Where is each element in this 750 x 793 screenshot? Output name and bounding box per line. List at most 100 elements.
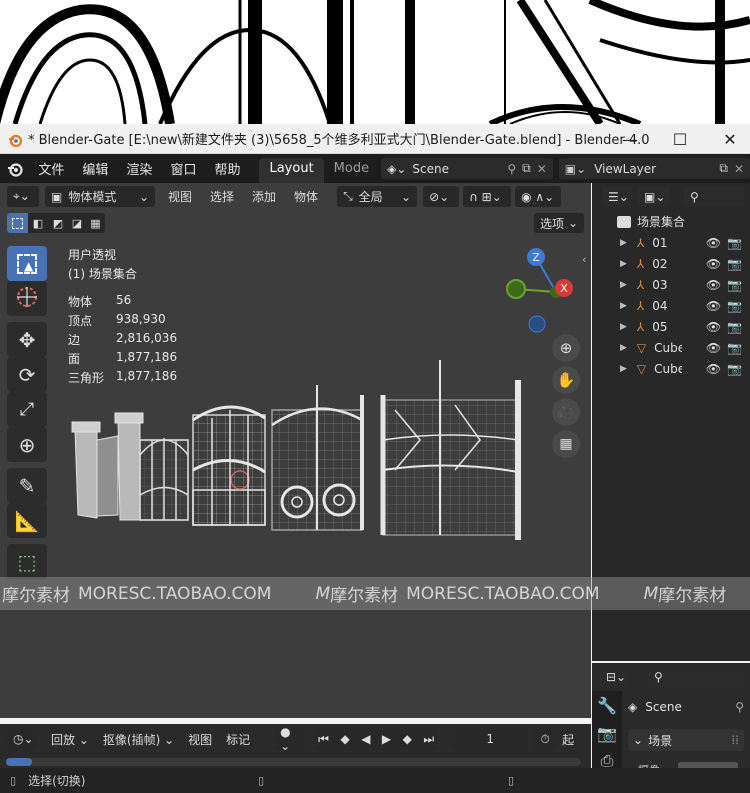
menu-window[interactable]: 窗口 [161, 159, 205, 178]
vp-menu-object[interactable]: 物体 [285, 188, 327, 205]
select-invert-button[interactable]: ◪ [68, 213, 86, 233]
vp-menu-add[interactable]: 添加 [243, 188, 285, 205]
tool-transform[interactable]: ⊕ [7, 427, 47, 462]
tool-cursor[interactable] [7, 281, 47, 316]
transform-orientation-dropdown[interactable]: ⤡ 全局 ⌄ [337, 186, 418, 207]
render-camera-icon[interactable]: 📷 [727, 299, 742, 313]
tool-annotate[interactable]: ✎ [7, 468, 47, 503]
expand-arrow-icon[interactable]: ▶ [620, 259, 627, 269]
tab-layout[interactable]: Layout [259, 158, 324, 183]
render-camera-icon[interactable]: 📷 [727, 278, 742, 292]
pan-button[interactable]: ✋ [552, 366, 580, 394]
z-axis-handle[interactable]: Z [527, 248, 545, 266]
jump-end-icon[interactable]: ⏭ [423, 732, 434, 747]
tool-add-cube[interactable]: ⬚ [7, 544, 47, 579]
render-camera-icon[interactable]: 📷 [727, 341, 742, 355]
properties-search-input[interactable]: ⚲ [648, 667, 746, 687]
tool-move[interactable]: ✥ [7, 322, 47, 357]
timeline-editor-type[interactable]: ◷⌄ [7, 728, 37, 750]
expand-arrow-icon[interactable]: ▶ [620, 301, 627, 311]
current-frame-field[interactable]: 1 [452, 728, 529, 750]
expand-arrow-icon[interactable]: ▶ [620, 343, 627, 353]
outliner-item[interactable]: ▶ ▽ Cube 👁 📷 [592, 337, 750, 358]
timeline-scrubber[interactable] [6, 758, 581, 766]
autokey-toggle[interactable]: ● ⌄ [274, 725, 305, 753]
preview-range-toggle[interactable]: ⏱ [534, 728, 557, 750]
menu-file[interactable]: 文件 [29, 159, 73, 178]
play-reverse-icon[interactable]: ◀ [361, 732, 370, 746]
menu-render[interactable]: 渲染 [117, 159, 161, 178]
visibility-eye-icon[interactable]: 👁 [706, 299, 721, 313]
vp-menu-view[interactable]: 视图 [159, 188, 201, 205]
options-dropdown[interactable]: 选项 ⌄ [534, 213, 584, 233]
select-extend-button[interactable]: ◧ [28, 213, 48, 233]
camera-view-button[interactable]: 🎥 [552, 398, 580, 426]
tab-render[interactable]: 📷 [592, 719, 622, 747]
visibility-eye-icon[interactable]: 👁 [706, 362, 721, 376]
tool-scale[interactable]: ⤢ [7, 392, 47, 427]
expand-arrow-icon[interactable]: ▶ [620, 322, 627, 332]
next-keyframe-icon[interactable]: ◆ [403, 732, 412, 746]
playhead-marker[interactable] [6, 758, 32, 766]
visibility-eye-icon[interactable]: 👁 [706, 320, 721, 334]
outliner-item[interactable]: ▶ ⅄ 04 👁 📷 [592, 295, 750, 316]
outliner-item[interactable]: ▶ ▽ Cube 👁 📷 [592, 358, 750, 379]
tool-measure[interactable]: 📐 [7, 503, 47, 538]
keying-menu[interactable]: 抠像(插帧) ⌄ [103, 731, 174, 748]
visibility-eye-icon[interactable]: 👁 [706, 278, 721, 292]
sidebar-toggle-icon[interactable]: ‹ [582, 253, 586, 266]
outliner-filter[interactable]: ▣⌄ [638, 187, 670, 207]
outliner-display-mode[interactable]: ☰⌄ [602, 187, 632, 207]
blender-menu-icon[interactable] [0, 161, 29, 177]
menu-edit[interactable]: 编辑 [73, 159, 117, 178]
menu-help[interactable]: 帮助 [205, 159, 249, 178]
expand-arrow-icon[interactable]: ▶ [620, 238, 627, 248]
select-intersect-button[interactable]: ▦ [86, 213, 105, 233]
minimize-button[interactable]: — [605, 124, 655, 154]
scene-selector[interactable]: ◈⌄ Scene ⚲ ⧉ ✕ [381, 158, 553, 179]
editor-type-button[interactable]: ⌖⌄ [7, 186, 39, 207]
expand-arrow-icon[interactable]: ▶ [620, 280, 627, 290]
timeline-marker-menu[interactable]: 标记 [226, 731, 250, 748]
snap-toggle[interactable]: ∩ ⊞⌄ [463, 186, 512, 207]
outliner-item[interactable]: ▶ ⅄ 01 👁 📷 [592, 232, 750, 253]
expand-arrow-icon[interactable]: ▶ [620, 364, 627, 374]
scene-panel-header[interactable]: ⌄ 场景 ⁞⁞ [628, 729, 744, 751]
visibility-eye-icon[interactable]: 👁 [706, 257, 721, 271]
outliner-search-input[interactable]: ⚲ [684, 187, 744, 207]
new-viewlayer-icon[interactable]: ⧉ [719, 161, 728, 176]
ortho-toggle-button[interactable]: ▦ [552, 430, 580, 458]
pivot-dropdown[interactable]: ⊘⌄ [423, 186, 460, 207]
playback-menu[interactable]: 回放 ⌄ [51, 731, 89, 748]
vp-menu-select[interactable]: 选择 [201, 188, 243, 205]
close-button[interactable]: ✕ [705, 124, 750, 154]
select-subtract-button[interactable]: ◩ [48, 213, 68, 233]
delete-viewlayer-icon[interactable]: ✕ [734, 162, 744, 176]
mode-dropdown[interactable]: ▣ 物体模式 ⌄ [45, 186, 155, 207]
render-camera-icon[interactable]: 📷 [727, 257, 742, 271]
outliner-item[interactable]: ▶ ⅄ 05 👁 📷 [592, 316, 750, 337]
viewlayer-selector[interactable]: ▣⌄ ViewLayer ⧉ ✕ [558, 158, 750, 179]
maximize-button[interactable]: ☐ [655, 124, 705, 154]
delete-scene-icon[interactable]: ✕ [537, 162, 547, 176]
x-axis-handle[interactable]: X [555, 279, 573, 297]
navigation-gizmo[interactable]: Z X [498, 245, 580, 340]
tab-mode[interactable]: Mode [324, 158, 379, 183]
new-scene-icon[interactable]: ⧉ [522, 161, 531, 176]
outliner-root-collection[interactable]: 场景集合 [592, 211, 750, 232]
visibility-eye-icon[interactable]: 👁 [706, 236, 721, 250]
jump-start-icon[interactable]: ⏮ [318, 732, 329, 747]
tool-rotate[interactable]: ⟳ [7, 357, 47, 392]
drag-handle-icon[interactable]: ⁞⁞ [731, 733, 739, 747]
select-new-button[interactable] [7, 213, 28, 233]
outliner-item[interactable]: ▶ ⅄ 02 👁 📷 [592, 253, 750, 274]
render-camera-icon[interactable]: 📷 [727, 320, 742, 334]
pin-icon[interactable]: ⚲ [735, 700, 744, 714]
prev-keyframe-icon[interactable]: ◆ [340, 732, 349, 746]
visibility-eye-icon[interactable]: 👁 [706, 341, 721, 355]
outliner-item[interactable]: ▶ ⅄ 03 👁 📷 [592, 274, 750, 295]
play-icon[interactable]: ▶ [382, 732, 391, 746]
tool-select-box[interactable]: ▲ [7, 246, 47, 281]
pin-icon[interactable]: ⚲ [507, 162, 516, 176]
render-camera-icon[interactable]: 📷 [727, 362, 742, 376]
